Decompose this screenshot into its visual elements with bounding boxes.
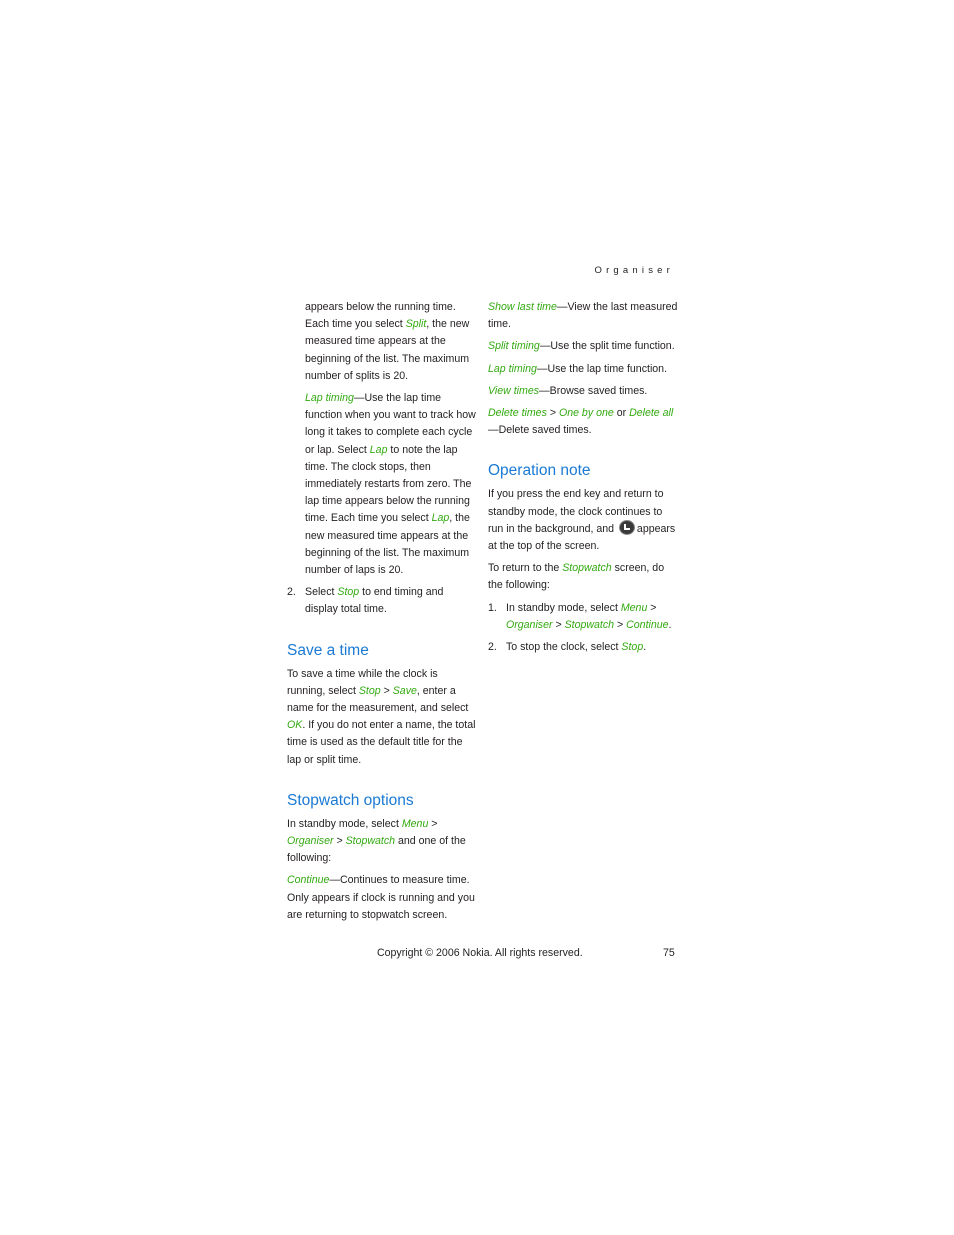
keyword-lap-timing: Lap timing	[488, 362, 537, 375]
text: —Delete saved times.	[488, 424, 592, 437]
text: To return to the	[488, 562, 563, 575]
text: —Browse saved times.	[539, 384, 648, 397]
step-item: 2. To stop the clock, select Stop.	[488, 639, 678, 656]
keyword-split: Split	[405, 318, 427, 331]
view-times-item: View times—Browse saved times.	[488, 383, 678, 400]
keyword-stop: Stop	[337, 586, 360, 599]
left-column: appears below the running time. Each tim…	[287, 299, 477, 929]
text: To stop the clock, select	[506, 641, 622, 654]
keyword-lap-timing: Lap timing	[305, 392, 354, 405]
steps-list-left: 2. Select Stop to end timing and display …	[287, 584, 477, 618]
text: >	[380, 684, 393, 697]
text: In standby mode, select	[287, 817, 402, 830]
keyword-stopwatch: Stopwatch	[345, 835, 396, 848]
text: or	[613, 407, 630, 420]
right-column: Show last time—View the last measured ti…	[488, 299, 678, 661]
keyword-organiser: Organiser	[506, 618, 553, 631]
split-paragraph: appears below the running time. Each tim…	[287, 299, 477, 385]
keyword-continue: Continue	[626, 618, 669, 631]
step-item: 1. In standby mode, select Menu > Organis…	[488, 600, 678, 634]
text: . If you do not enter a name, the total …	[287, 719, 476, 766]
operation-paragraph: If you press the end key and return to s…	[488, 486, 678, 555]
save-paragraph: To save a time while the clock is runnin…	[287, 666, 477, 769]
text: >	[428, 817, 438, 830]
lap-timing-paragraph: Lap timing—Use the lap time function whe…	[287, 390, 477, 579]
text: —Use the split time function.	[539, 340, 675, 353]
running-header: Organiser	[594, 265, 674, 276]
keyword-view-times: View times	[488, 384, 540, 397]
copyright-footer: Copyright © 2006 Nokia. All rights reser…	[377, 947, 583, 959]
keyword-stopwatch: Stopwatch	[564, 618, 615, 631]
text: In standby mode, select	[506, 601, 621, 614]
text: >	[647, 601, 657, 614]
steps-list-right: 1. In standby mode, select Menu > Organis…	[488, 600, 678, 657]
step-item: 2. Select Stop to end timing and display …	[287, 584, 477, 618]
keyword-stop: Stop	[358, 684, 381, 697]
keyword-show-last-time: Show last time	[488, 301, 557, 313]
text: >	[614, 618, 627, 631]
heading-operation-note: Operation note	[488, 462, 591, 480]
page-number: 75	[663, 947, 675, 959]
keyword-organiser: Organiser	[287, 835, 334, 848]
options-paragraph: In standby mode, select Menu > Organiser…	[287, 816, 477, 868]
keyword-split-timing: Split timing	[488, 340, 540, 353]
lap-timing-item: Lap timing—Use the lap time function.	[488, 361, 678, 378]
keyword-stopwatch: Stopwatch	[562, 562, 612, 575]
text: —Use the lap time function.	[536, 362, 668, 375]
show-last-time-item: Show last time—View the last measured ti…	[488, 299, 678, 333]
keyword-continue: Continue	[287, 874, 330, 887]
keyword-lap: Lap	[431, 512, 450, 525]
step-number: 2.	[488, 641, 497, 654]
split-timing-item: Split timing—Use the split time function…	[488, 338, 678, 355]
delete-times-item: Delete times > One by one or Delete all —…	[488, 405, 678, 439]
step-number: 2.	[287, 586, 296, 599]
keyword-one-by-one: One by one	[558, 407, 614, 420]
heading-stopwatch-options: Stopwatch options	[287, 791, 414, 809]
text: >	[333, 835, 346, 848]
stopwatch-icon	[619, 520, 634, 534]
text: Select	[305, 586, 338, 599]
heading-save-a-time: Save a time	[287, 641, 369, 659]
keyword-menu: Menu	[401, 817, 429, 830]
keyword-delete-all: Delete all	[629, 407, 674, 420]
return-paragraph: To return to the Stopwatch screen, do th…	[488, 560, 678, 594]
continue-paragraph: Continue—Continues to measure time. Only…	[287, 872, 477, 924]
keyword-ok: OK	[287, 719, 303, 732]
keyword-delete-times: Delete times	[488, 407, 547, 420]
keyword-save: Save	[392, 684, 417, 697]
keyword-stop: Stop	[621, 641, 644, 654]
text: >	[552, 618, 565, 631]
text: >	[546, 407, 559, 420]
keyword-menu: Menu	[620, 601, 648, 614]
step-number: 1.	[488, 601, 497, 614]
text: .	[643, 641, 647, 654]
text: .	[668, 618, 672, 631]
keyword-lap: Lap	[369, 443, 388, 456]
